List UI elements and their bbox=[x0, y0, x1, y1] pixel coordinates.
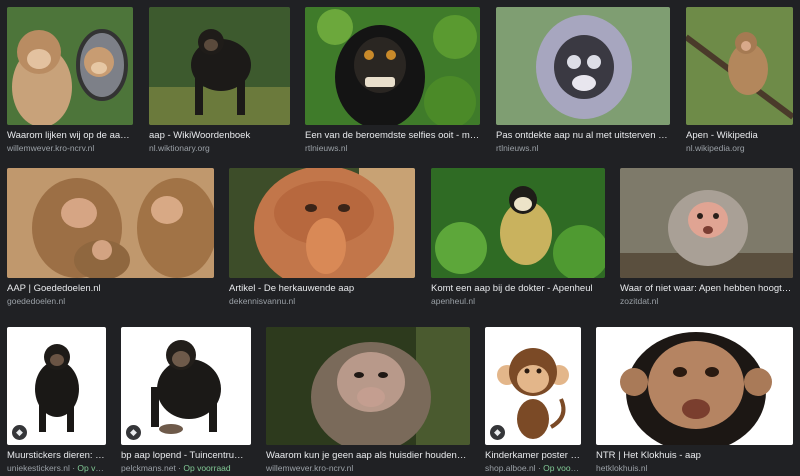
tag-icon: ◆ bbox=[490, 425, 505, 440]
result-card[interactable]: Artikel - De herkauwende aap dekennisvan… bbox=[229, 168, 415, 307]
result-title[interactable]: Muurstickers dieren: Mu... bbox=[7, 450, 106, 462]
result-thumbnail[interactable] bbox=[229, 168, 415, 278]
result-card[interactable]: Apen - Wikipedia nl.wikipedia.org bbox=[686, 7, 793, 154]
result-title[interactable]: bp aap lopend - Tuincentrum Pel... bbox=[121, 450, 251, 462]
stock-separator: · bbox=[535, 463, 544, 473]
result-card[interactable]: Waarom kun je geen aap als huisdier houd… bbox=[266, 327, 470, 474]
result-card[interactable]: Waar of niet waar: Apen hebben hoogtevre… bbox=[620, 168, 793, 307]
result-source: rtlnieuws.nl bbox=[305, 143, 348, 153]
result-source: apenheul.nl bbox=[431, 296, 475, 306]
result-source-row: shop.alboe.nl · Op voorraad bbox=[485, 463, 581, 474]
stock-status: Op voorraad bbox=[183, 463, 231, 473]
result-thumbnail[interactable] bbox=[596, 327, 793, 445]
result-title[interactable]: Kinderkamer poster aa... bbox=[485, 450, 581, 462]
chimpanzee-face-image bbox=[596, 327, 793, 445]
result-card[interactable]: Waarom lijken wij op de aap? | ... wille… bbox=[7, 7, 133, 154]
result-thumbnail[interactable] bbox=[620, 168, 793, 278]
result-source: uniekestickers.nl bbox=[7, 463, 70, 473]
result-source: dekennisvannu.nl bbox=[229, 296, 296, 306]
stock-status: Op voorr... bbox=[77, 463, 106, 473]
result-thumbnail[interactable]: ◆ bbox=[121, 327, 251, 445]
result-thumbnail[interactable] bbox=[496, 7, 670, 125]
result-title[interactable]: Komt een aap bij de dokter - Apenheul bbox=[431, 283, 605, 295]
macaque-selfie-image bbox=[305, 7, 480, 125]
result-source: zozitdat.nl bbox=[620, 296, 659, 306]
result-title[interactable]: Apen - Wikipedia bbox=[686, 130, 793, 142]
result-source: rtlnieuws.nl bbox=[496, 143, 539, 153]
result-title[interactable]: aap - WikiWoordenboek bbox=[149, 130, 290, 142]
result-thumbnail[interactable] bbox=[431, 168, 605, 278]
tag-icon: ◆ bbox=[12, 425, 27, 440]
result-source: nl.wiktionary.org bbox=[149, 143, 210, 153]
result-card[interactable]: Pas ontdekte aap nu al met uitsterven be… bbox=[496, 7, 670, 154]
result-source-row: pelckmans.net · Op voorraad bbox=[121, 463, 251, 474]
result-card[interactable]: ◆ Kinderkamer poster aa... shop.alboe.nl… bbox=[485, 327, 581, 474]
result-thumbnail[interactable] bbox=[266, 327, 470, 445]
result-title[interactable]: Een van de beroemdste selfies ooit - maa… bbox=[305, 130, 480, 142]
result-card[interactable]: Komt een aap bij de dokter - Apenheul ap… bbox=[431, 168, 605, 307]
result-thumbnail[interactable] bbox=[7, 168, 214, 278]
stock-status: Op voorraad bbox=[543, 463, 581, 473]
result-card[interactable]: ◆ Muurstickers dieren: Mu... uniekestick… bbox=[7, 327, 106, 474]
result-thumbnail[interactable]: ◆ bbox=[485, 327, 581, 445]
pensive-macaque-image bbox=[266, 327, 470, 445]
result-source: willemwever.kro-ncrv.nl bbox=[266, 463, 354, 473]
chimpanzee-statue-image bbox=[121, 327, 251, 445]
result-thumbnail[interactable] bbox=[686, 7, 793, 125]
result-card[interactable]: NTR | Het Klokhuis - aap hetklokhuis.nl bbox=[596, 327, 793, 474]
result-source: nl.wikipedia.org bbox=[686, 143, 745, 153]
tag-icon: ◆ bbox=[126, 425, 141, 440]
result-title[interactable]: Waarom lijken wij op de aap? | ... bbox=[7, 130, 133, 142]
result-source: pelckmans.net bbox=[121, 463, 176, 473]
result-thumbnail[interactable] bbox=[305, 7, 480, 125]
result-card[interactable]: ◆ bp aap lopend - Tuincentrum Pel... pel… bbox=[121, 327, 251, 474]
monkey-mirror-image bbox=[7, 7, 133, 125]
chimpanzee-walking-image bbox=[149, 7, 290, 125]
result-title[interactable]: Pas ontdekte aap nu al met uitsterven be… bbox=[496, 130, 670, 142]
result-source: goededoelen.nl bbox=[7, 296, 66, 306]
result-source-row: uniekestickers.nl · Op voorr... bbox=[7, 463, 106, 474]
result-title[interactable]: Waarom kun je geen aap als huisdier houd… bbox=[266, 450, 470, 462]
langur-monkey-image bbox=[496, 7, 670, 125]
result-title[interactable]: AAP | Goededoelen.nl bbox=[7, 283, 214, 295]
barbary-macaques-image bbox=[7, 168, 214, 278]
result-card[interactable]: AAP | Goededoelen.nl goededoelen.nl bbox=[7, 168, 214, 307]
monkey-on-branch-image bbox=[686, 7, 793, 125]
result-thumbnail[interactable] bbox=[149, 7, 290, 125]
result-thumbnail[interactable] bbox=[7, 7, 133, 125]
result-source: shop.alboe.nl bbox=[485, 463, 536, 473]
result-source: willemwever.kro-ncrv.nl bbox=[7, 143, 95, 153]
result-card[interactable]: aap - WikiWoordenboek nl.wiktionary.org bbox=[149, 7, 290, 154]
result-title[interactable]: Waar of niet waar: Apen hebben hoogtevre… bbox=[620, 283, 793, 295]
result-title[interactable]: NTR | Het Klokhuis - aap bbox=[596, 450, 793, 462]
young-macaque-image bbox=[620, 168, 793, 278]
result-card[interactable]: Een van de beroemdste selfies ooit - maa… bbox=[305, 7, 480, 154]
squirrel-monkey-image bbox=[431, 168, 605, 278]
proboscis-monkey-image bbox=[229, 168, 415, 278]
result-title[interactable]: Artikel - De herkauwende aap bbox=[229, 283, 415, 295]
result-thumbnail[interactable]: ◆ bbox=[7, 327, 106, 445]
result-source: hetklokhuis.nl bbox=[596, 463, 648, 473]
